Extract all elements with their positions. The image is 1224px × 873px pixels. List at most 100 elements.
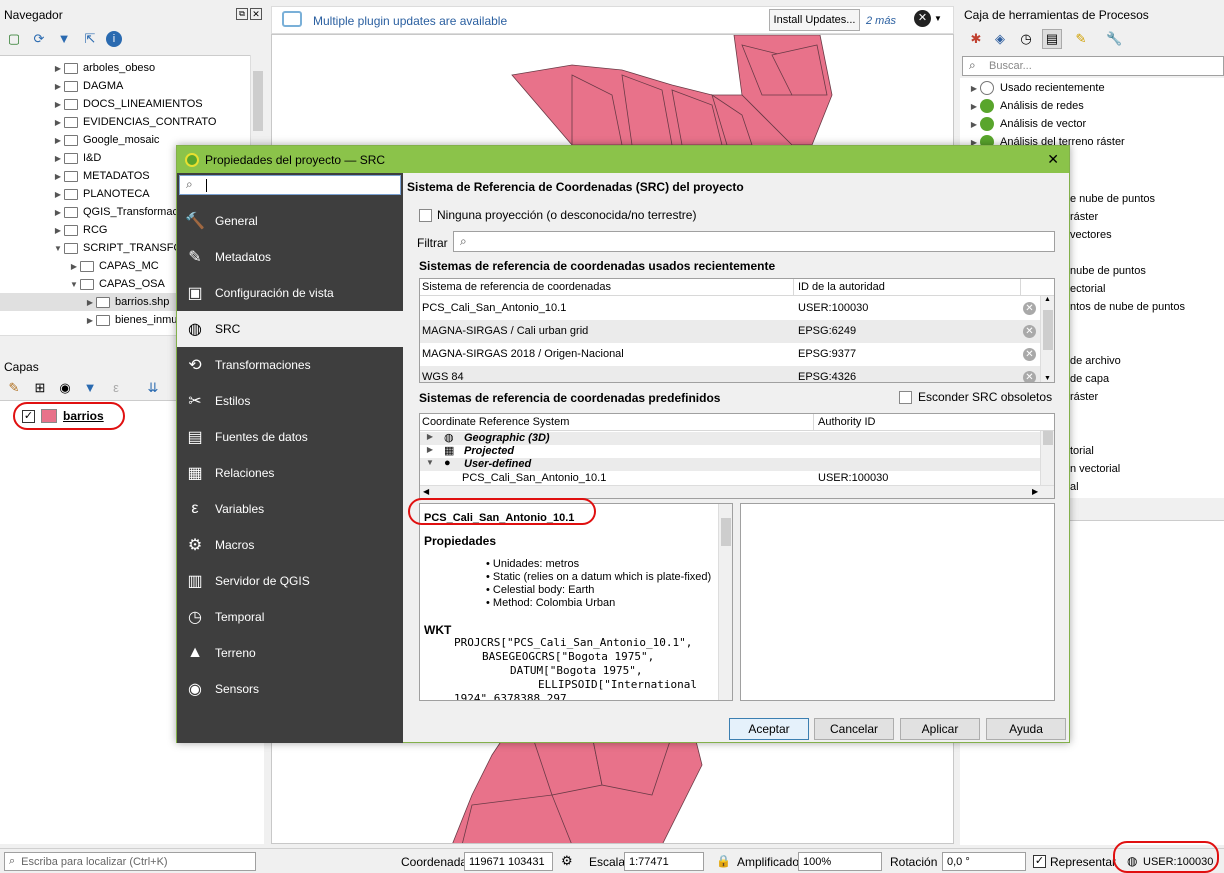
- help-button[interactable]: Ayuda: [986, 718, 1066, 740]
- filter-input[interactable]: ⌕: [453, 231, 1055, 252]
- navigator-item[interactable]: ▶ QGIS_Transformac: [52, 203, 178, 221]
- edit-icon[interactable]: ✎: [1073, 31, 1089, 47]
- python-icon[interactable]: ◈: [992, 31, 1008, 47]
- sidebar-item[interactable]: ▦ Relaciones: [177, 455, 403, 491]
- results-icon[interactable]: ▤: [1042, 29, 1062, 49]
- toolbox-item-label[interactable]: ntos de nube de puntos: [1070, 298, 1185, 316]
- remove-icon[interactable]: ✕: [1023, 348, 1036, 361]
- toolbox-search[interactable]: ⌕ Buscar...: [962, 56, 1224, 76]
- navigator-item[interactable]: ▶ Google_mosaic: [52, 131, 160, 149]
- float-icon[interactable]: ⧉: [236, 8, 248, 20]
- navigator-item[interactable]: ▼ CAPAS_OSA: [68, 275, 165, 293]
- recent-scrollbar[interactable]: ▲ ▼: [1040, 296, 1054, 382]
- predef-group-row[interactable]: ▶ ◍ Geographic (3D): [420, 432, 1040, 445]
- toolbox-item-label[interactable]: vectores: [1070, 226, 1112, 244]
- close-icon[interactable]: ✕: [250, 8, 262, 20]
- sidebar-item[interactable]: ✂ Estilos: [177, 383, 403, 419]
- sidebar-item[interactable]: 🔨 General: [177, 203, 403, 239]
- refresh-icon[interactable]: ⟳: [31, 31, 47, 47]
- navigator-item[interactable]: ▶ PLANOTECA: [52, 185, 150, 203]
- predef-child-row[interactable]: PCS_Cali_San_Antonio_10.1 USER:100030: [420, 471, 1040, 485]
- recent-header-crs[interactable]: Sistema de referencia de coordenadas: [422, 281, 611, 293]
- recent-row[interactable]: WGS 84 EPSG:4326 ✕: [420, 366, 1040, 382]
- sidebar-item[interactable]: ▤ Fuentes de datos: [177, 419, 403, 455]
- info-icon[interactable]: i: [106, 31, 122, 47]
- toolbox-item[interactable]: ▶ Análisis de redes: [968, 97, 1084, 115]
- toolbox-item-label[interactable]: al: [1070, 478, 1079, 496]
- filter-icon[interactable]: ▼: [82, 380, 98, 396]
- navigator-item[interactable]: ▶ RCG: [52, 221, 108, 239]
- filter-icon[interactable]: ▼: [56, 31, 72, 47]
- predef-header-crs[interactable]: Coordinate Reference System: [422, 416, 569, 428]
- render-checkbox[interactable]: ✓: [1033, 855, 1046, 868]
- remove-icon[interactable]: ✕: [1023, 302, 1036, 315]
- toolbox-item-label[interactable]: n vectorial: [1070, 460, 1120, 478]
- toolbox-item-label[interactable]: ráster: [1070, 208, 1098, 226]
- predef-hscroll[interactable]: ◀ ▶: [420, 485, 1054, 498]
- models-icon[interactable]: ✱: [968, 31, 984, 47]
- rotation-field[interactable]: 0,0 °: [942, 852, 1026, 871]
- navigator-item[interactable]: ▶ CAPAS_MC: [68, 257, 159, 275]
- sidebar-item[interactable]: ◷ Temporal: [177, 599, 403, 635]
- sidebar-search[interactable]: ⌕: [179, 175, 401, 195]
- predef-group-row[interactable]: ▼ ● User-defined: [420, 457, 1040, 471]
- predef-vscroll[interactable]: [1040, 431, 1054, 485]
- hide-obsolete-checkbox[interactable]: [899, 390, 912, 404]
- coord-field[interactable]: 119671 103431: [464, 852, 553, 871]
- navigator-item[interactable]: ▶ METADATOS: [52, 167, 150, 185]
- predef-group-row[interactable]: ▶ ▦ Projected: [420, 445, 1040, 458]
- navigator-item[interactable]: ▶ arboles_obeso: [52, 59, 155, 77]
- magnifier-field[interactable]: 100%: [798, 852, 882, 871]
- toolbox-item[interactable]: ▶ Usado recientemente: [968, 79, 1105, 97]
- details-scrollbar[interactable]: [718, 504, 732, 700]
- sidebar-item[interactable]: ◉ Sensors: [177, 671, 403, 707]
- add-group-icon[interactable]: ⊞: [32, 380, 48, 396]
- close-icon[interactable]: ✕: [1047, 151, 1059, 168]
- sidebar-item[interactable]: ⟲ Transformaciones: [177, 347, 403, 383]
- toolbox-item-label[interactable]: ectorial: [1070, 280, 1105, 298]
- navigator-item[interactable]: ▶ I&D: [52, 149, 101, 167]
- toolbox-item-label[interactable]: e nube de puntos: [1070, 190, 1155, 208]
- recent-row[interactable]: MAGNA-SIRGAS 2018 / Origen-Nacional EPSG:…: [420, 343, 1040, 366]
- navigator-item[interactable]: ▼ SCRIPT_TRANSFO: [52, 239, 182, 257]
- navigator-item[interactable]: ▶ DOCS_LINEAMIENTOS: [52, 95, 203, 113]
- hide-obsolete-row[interactable]: Esconder SRC obsoletos: [899, 390, 1052, 404]
- predef-header-id[interactable]: Authority ID: [818, 416, 875, 428]
- close-icon[interactable]: ✕: [914, 10, 931, 27]
- mouse-icon[interactable]: ⚙: [561, 853, 573, 869]
- toolbox-item[interactable]: ▶ Análisis de vector: [968, 115, 1086, 133]
- navigator-item[interactable]: ▶ DAGMA: [52, 77, 123, 95]
- ok-button[interactable]: Aceptar: [729, 718, 809, 740]
- sidebar-item[interactable]: ▥ Servidor de QGIS: [177, 563, 403, 599]
- scale-field[interactable]: 1:77471: [624, 852, 704, 871]
- recent-row[interactable]: PCS_Cali_San_Antonio_10.1 USER:100030 ✕: [420, 297, 1040, 320]
- more-link[interactable]: 2 más: [866, 15, 896, 27]
- toolbox-item-label[interactable]: de archivo: [1070, 352, 1121, 370]
- toolbox-item-label[interactable]: ráster: [1070, 388, 1098, 406]
- sidebar-item[interactable]: ▲ Terreno: [177, 635, 403, 671]
- sidebar-item[interactable]: ε Variables: [177, 491, 403, 527]
- remove-icon[interactable]: ✕: [1023, 371, 1036, 382]
- dropdown-arrow-icon[interactable]: ▼: [934, 14, 942, 23]
- no-projection-checkbox[interactable]: [419, 208, 432, 222]
- add-layer-icon[interactable]: ▢: [6, 31, 22, 47]
- locator-input[interactable]: ⌕ Escriba para localizar (Ctrl+K): [4, 852, 256, 871]
- sidebar-item[interactable]: ◍ SRC: [177, 311, 403, 347]
- lock-icon[interactable]: 🔒: [716, 854, 731, 868]
- toolbox-item-label[interactable]: torial: [1070, 442, 1094, 460]
- options-icon[interactable]: 🔧: [1106, 31, 1122, 47]
- recent-row[interactable]: MAGNA-SIRGAS / Cali urban grid EPSG:6249 ✕: [420, 320, 1040, 343]
- expression-icon[interactable]: ε: [108, 380, 124, 396]
- toolbox-item-label[interactable]: nube de puntos: [1070, 262, 1146, 280]
- sidebar-item[interactable]: ▣ Configuración de vista: [177, 275, 403, 311]
- sidebar-item[interactable]: ⚙ Macros: [177, 527, 403, 563]
- expand-icon[interactable]: ⇊: [145, 380, 161, 396]
- recent-header-id[interactable]: ID de la autoridad: [798, 281, 885, 293]
- apply-button[interactable]: Aplicar: [900, 718, 980, 740]
- style-icon[interactable]: ✎: [6, 380, 22, 396]
- sidebar-item[interactable]: ✎ Metadatos: [177, 239, 403, 275]
- eye-icon[interactable]: ◉: [57, 380, 73, 396]
- toolbox-item-label[interactable]: de capa: [1070, 370, 1109, 388]
- remove-icon[interactable]: ✕: [1023, 325, 1036, 338]
- cancel-button[interactable]: Cancelar: [814, 718, 894, 740]
